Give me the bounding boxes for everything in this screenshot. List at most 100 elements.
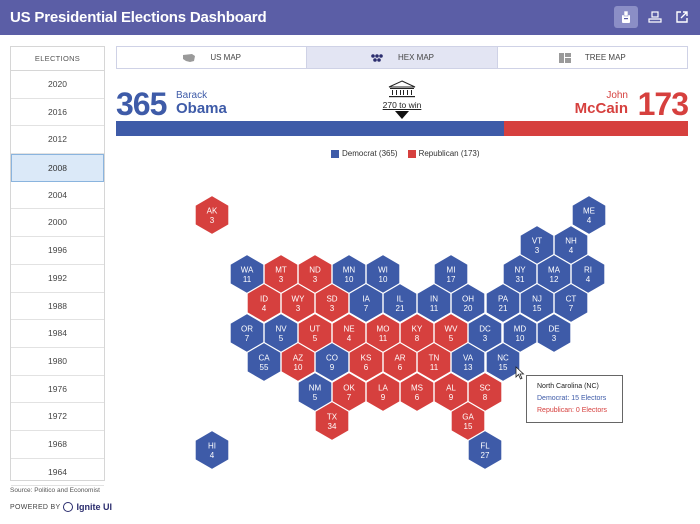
hex-state-electors: 15	[499, 363, 508, 372]
hex-state-electors: 10	[516, 334, 525, 343]
hex-state-electors: 9	[381, 393, 386, 402]
hex-state-label: VT	[532, 237, 542, 246]
hex-state-label: MO	[377, 325, 390, 334]
hex-state-label: OR	[241, 325, 253, 334]
hex-state-label: WY	[292, 295, 306, 304]
hex-state-electors: 5	[279, 334, 284, 343]
hex-state-label: FL	[480, 442, 490, 451]
hex-map: AK3ME4VT3NH4WA11MT3ND3MN10WI10MI17NY31MA…	[194, 194, 607, 471]
hex-state-label: MT	[275, 266, 287, 275]
hex-state-label: GA	[462, 413, 474, 422]
hex-state-label: NC	[497, 354, 509, 363]
hex-state-label: IL	[397, 295, 404, 304]
hex-state-label: WV	[445, 325, 459, 334]
hex-state-label: DC	[479, 325, 491, 334]
hex-state-label: AL	[446, 384, 456, 393]
hex-state-label: CT	[566, 295, 577, 304]
hex-state-label: IN	[430, 295, 438, 304]
hex-state-label: NE	[343, 325, 354, 334]
hex-state-electors: 21	[396, 304, 405, 313]
hex-state-electors: 5	[449, 334, 454, 343]
hex-state-electors: 3	[535, 246, 540, 255]
hex-state-label: CA	[258, 354, 270, 363]
hex-state-label: OK	[343, 384, 355, 393]
hex-state-label: ND	[309, 266, 321, 275]
hex-state-electors: 7	[569, 304, 574, 313]
hex-state-electors: 11	[430, 363, 439, 372]
hex-state-electors: 6	[398, 363, 403, 372]
hex-state-electors: 4	[347, 334, 352, 343]
hex-state-label: UT	[310, 325, 321, 334]
hex-state-label: ME	[583, 207, 595, 216]
hex-state-electors: 11	[379, 334, 388, 343]
hex-state-label: KS	[361, 354, 372, 363]
hex-state-electors: 3	[210, 216, 215, 225]
hex-state-electors: 3	[279, 275, 284, 284]
hex-state-electors: 7	[347, 393, 352, 402]
hex-state-electors: 4	[586, 275, 591, 284]
hex-state-electors: 15	[464, 422, 473, 431]
hex-state-label: ID	[260, 295, 268, 304]
hex-state-label: NM	[309, 384, 322, 393]
hex-state-label: WI	[378, 266, 388, 275]
hex-state-electors: 6	[364, 363, 369, 372]
hex-state-electors: 21	[499, 304, 508, 313]
hex-state-label: SC	[479, 384, 490, 393]
hex-state-label: MN	[343, 266, 356, 275]
hex-state-label: NY	[514, 266, 526, 275]
hex-state-label: MD	[514, 325, 527, 334]
hex-state-electors: 10	[345, 275, 354, 284]
hex-state-label: AZ	[293, 354, 303, 363]
mouse-cursor-icon	[515, 366, 525, 380]
hex-state-electors: 3	[330, 304, 335, 313]
hex-state-electors: 34	[328, 422, 337, 431]
hex-state-electors: 17	[447, 275, 456, 284]
hex-state-electors: 4	[210, 451, 215, 460]
hex-state-label: AK	[207, 207, 218, 216]
hex-state-electors: 10	[379, 275, 388, 284]
hex-state-label: IA	[362, 295, 370, 304]
hex-state-electors: 13	[464, 363, 473, 372]
tooltip-title: North Carolina (NC)	[537, 383, 599, 390]
tooltip-republican: Republican: 0 Electors	[537, 407, 608, 414]
hex-state-label: AR	[394, 354, 405, 363]
hex-state-electors: 5	[313, 334, 318, 343]
hex-state-label: MI	[447, 266, 456, 275]
hex-state-electors: 55	[260, 363, 269, 372]
hex-state-electors: 4	[569, 246, 574, 255]
hex-state-label: DE	[548, 325, 559, 334]
hex-state-electors: 7	[364, 304, 369, 313]
hex-state-label: VA	[463, 354, 474, 363]
hex-state-electors: 5	[313, 393, 318, 402]
hex-state-electors: 6	[415, 393, 420, 402]
hex-state-electors: 10	[294, 363, 303, 372]
tooltip-democrat: Democrat: 15 Electors	[537, 395, 607, 402]
hex-state-hi[interactable]: HI4	[194, 429, 230, 471]
hex-state-label: HI	[208, 442, 216, 451]
hex-state-label: WA	[241, 266, 254, 275]
hex-state-electors: 27	[481, 451, 490, 460]
hex-state-electors: 8	[483, 393, 488, 402]
hex-state-electors: 4	[587, 216, 592, 225]
hex-state-ak[interactable]: AK3	[194, 194, 230, 236]
hex-state-electors: 31	[516, 275, 525, 284]
hex-state-electors: 11	[243, 275, 252, 284]
state-tooltip: North Carolina (NC) Democrat: 15 Elector…	[526, 375, 623, 423]
hex-state-electors: 11	[430, 304, 439, 313]
hex-state-electors: 15	[533, 304, 542, 313]
hex-state-label: TX	[327, 413, 338, 422]
hex-state-label: SD	[326, 295, 337, 304]
hex-state-label: NH	[565, 237, 577, 246]
hex-state-label: LA	[378, 384, 388, 393]
hex-state-electors: 9	[449, 393, 454, 402]
hex-state-electors: 3	[313, 275, 318, 284]
hex-state-label: MS	[411, 384, 423, 393]
hex-state-label: NV	[275, 325, 287, 334]
hex-state-electors: 20	[464, 304, 473, 313]
hex-state-electors: 3	[296, 304, 301, 313]
hex-state-label: CO	[326, 354, 338, 363]
hex-state-electors: 12	[550, 275, 559, 284]
hex-state-label: NJ	[532, 295, 542, 304]
hex-state-electors: 9	[330, 363, 335, 372]
hex-state-label: PA	[498, 295, 509, 304]
